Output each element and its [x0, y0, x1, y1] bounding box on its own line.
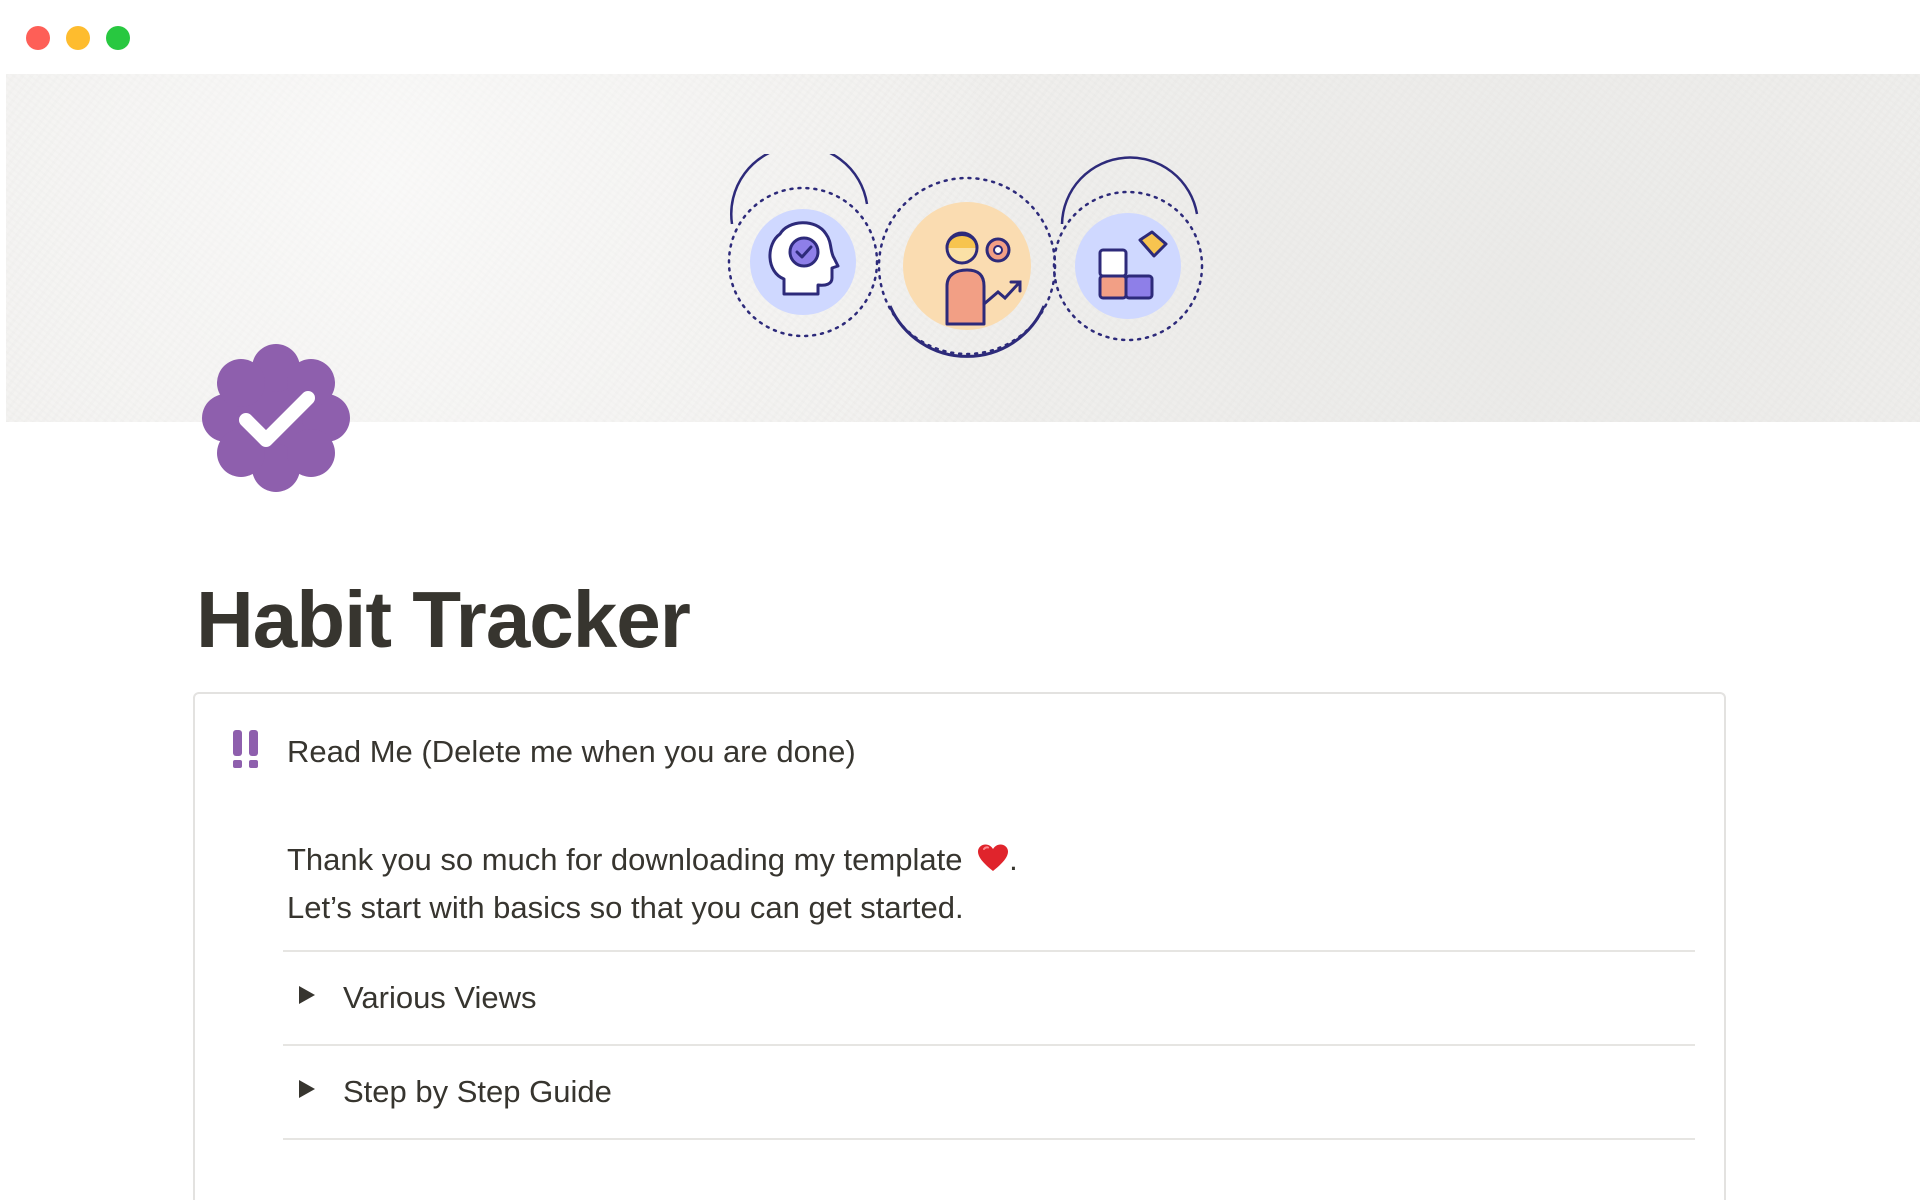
title-bar [0, 0, 1920, 74]
toggle-label[interactable]: Various Views [343, 978, 537, 1018]
callout-body-line-2: Let’s start with basics so that you can … [287, 890, 964, 925]
red-heart-icon [978, 844, 1009, 871]
toggle-step-by-step-guide[interactable]: Step by Step Guide [283, 1046, 1695, 1138]
verified-badge-icon[interactable] [200, 342, 352, 494]
double-exclamation-icon[interactable] [229, 728, 263, 770]
read-me-callout: Read Me (Delete me when you are done) Th… [193, 692, 1726, 1200]
line-1-period: . [1009, 842, 1018, 877]
thank-you-text: Thank you so much for downloading my tem… [287, 842, 963, 877]
toggle-various-views[interactable]: Various Views [283, 952, 1695, 1044]
app-window: Habit Tracker Read Me (Delete me when yo… [0, 0, 1920, 1200]
person-growth-icon [877, 176, 1057, 358]
toggle-arrow-icon[interactable] [299, 986, 315, 1004]
minimize-window-button[interactable] [66, 26, 90, 50]
callout-body-line-1: Thank you so much for downloading my tem… [287, 836, 1018, 884]
page-title[interactable]: Habit Tracker [196, 572, 691, 668]
close-window-button[interactable] [26, 26, 50, 50]
divider [283, 1138, 1695, 1140]
zoom-window-button[interactable] [106, 26, 130, 50]
brain-gear-icon [727, 154, 879, 338]
callout-body[interactable]: Thank you so much for downloading my tem… [287, 836, 1018, 932]
toggle-arrow-icon[interactable] [299, 1080, 315, 1098]
puzzle-icon [1052, 156, 1204, 342]
cover-illustration [727, 154, 1204, 358]
callout-heading[interactable]: Read Me (Delete me when you are done) [287, 732, 856, 772]
toggle-label[interactable]: Step by Step Guide [343, 1072, 612, 1112]
toggle-list: Various Views Step by Step Guide [283, 950, 1695, 1140]
